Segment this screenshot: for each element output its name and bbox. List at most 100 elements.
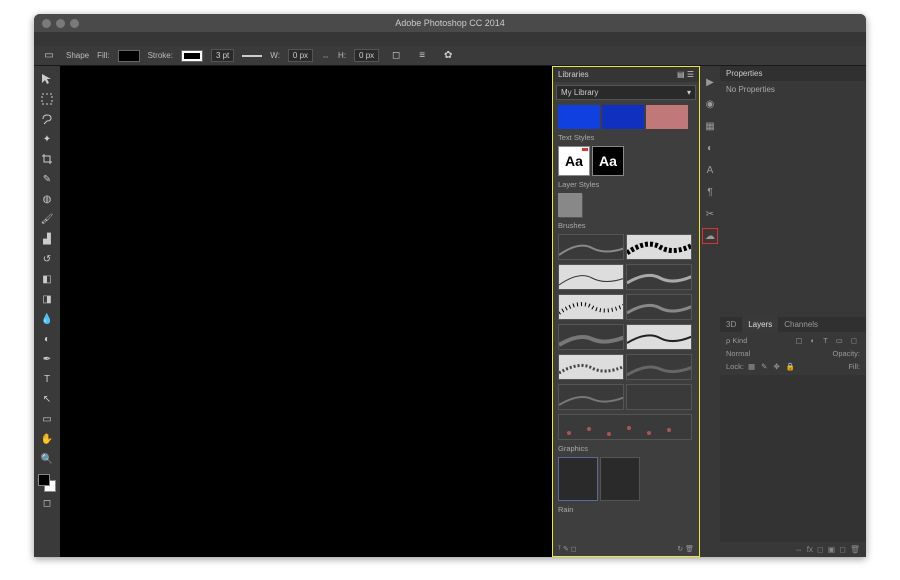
- fill-opacity-label: Fill:: [848, 362, 860, 371]
- crop-tool[interactable]: [38, 150, 56, 168]
- text-style-1[interactable]: Aa: [558, 146, 590, 176]
- fill-label: Fill:: [97, 51, 109, 60]
- gear-icon[interactable]: ✿: [439, 47, 457, 65]
- brush-2[interactable]: [626, 234, 692, 260]
- titlebar: Adobe Photoshop CC 2014: [34, 14, 866, 32]
- new-layer-icon[interactable]: ◻: [839, 545, 846, 554]
- link-layers-icon[interactable]: ⇔: [795, 545, 803, 554]
- path-select-tool[interactable]: ↖: [38, 390, 56, 408]
- align-icon[interactable]: ≡: [413, 47, 431, 65]
- menubar[interactable]: [34, 32, 866, 46]
- dock-column: ▶ ◉ ▦ ◐ A ¶ ✂ ☁: [700, 66, 720, 557]
- heal-tool[interactable]: ◍: [38, 190, 56, 208]
- stroke-style-dropdown[interactable]: [242, 55, 262, 57]
- marquee-tool[interactable]: [38, 90, 56, 108]
- color-panel-icon[interactable]: ◉: [702, 96, 718, 112]
- zoom-tool[interactable]: 🔍: [38, 450, 56, 468]
- styles-panel-icon[interactable]: A: [702, 162, 718, 178]
- app-window: Adobe Photoshop CC 2014 ▭ Shape Fill: St…: [34, 14, 866, 557]
- brush-11[interactable]: [558, 384, 624, 410]
- library-dropdown[interactable]: My Library ▾: [556, 85, 696, 100]
- history-panel-icon[interactable]: ▶: [702, 74, 718, 90]
- brush-13[interactable]: [558, 414, 692, 440]
- type-tool[interactable]: T: [38, 370, 56, 388]
- hand-tool[interactable]: ✋: [38, 430, 56, 448]
- properties-tab[interactable]: Properties: [720, 66, 866, 81]
- blur-tool[interactable]: 💧: [38, 310, 56, 328]
- brush-12[interactable]: [626, 384, 692, 410]
- color-swatch-1[interactable]: [558, 105, 600, 129]
- lasso-tool[interactable]: [38, 110, 56, 128]
- height-input[interactable]: 0 px: [354, 49, 379, 62]
- height-label: H:: [338, 51, 346, 60]
- adjust-panel-icon[interactable]: ◐: [702, 140, 718, 156]
- layer-style-1[interactable]: [558, 193, 582, 217]
- color-swatch-2[interactable]: [602, 105, 644, 129]
- lib-add-text-icon[interactable]: ᵀ ✎ ◻: [558, 545, 577, 553]
- brush-tool[interactable]: 🖌: [38, 210, 56, 228]
- graphics-heading: Graphics: [553, 442, 699, 455]
- graphic-1[interactable]: [558, 457, 598, 501]
- text-styles-heading: Text Styles: [553, 131, 699, 144]
- stroke-swatch[interactable]: [181, 50, 203, 62]
- stroke-size-input[interactable]: 3 pt: [211, 49, 234, 62]
- color-picker[interactable]: [38, 474, 56, 492]
- text-style-2[interactable]: Aa: [592, 146, 624, 176]
- actions-panel-icon[interactable]: ✂: [702, 206, 718, 222]
- blend-mode-dropdown[interactable]: Normal: [726, 349, 750, 358]
- layer-filter-label[interactable]: ρ Kind: [726, 336, 747, 345]
- tab-3d[interactable]: 3D: [720, 317, 742, 332]
- shape-tool[interactable]: ▭: [38, 410, 56, 428]
- brush-8[interactable]: [626, 324, 692, 350]
- delete-layer-icon[interactable]: 🗑: [850, 545, 860, 554]
- stamp-tool[interactable]: ▟: [38, 230, 56, 248]
- brush-6[interactable]: [626, 294, 692, 320]
- brush-4[interactable]: [626, 264, 692, 290]
- paragraph-panel-icon[interactable]: ¶: [702, 184, 718, 200]
- eraser-tool[interactable]: ◧: [38, 270, 56, 288]
- libraries-menu-icon[interactable]: ▤ ☰: [677, 70, 694, 79]
- layers-list-empty: [720, 375, 866, 542]
- lock-label: Lock:: [726, 362, 744, 371]
- new-group-icon[interactable]: ▣: [828, 545, 836, 554]
- graphic-2[interactable]: [600, 457, 640, 501]
- lock-icons[interactable]: ▦ ✎ ✥ 🔒: [748, 362, 797, 371]
- brush-1[interactable]: [558, 234, 624, 260]
- canvas-area[interactable]: [60, 66, 552, 557]
- quick-mask-icon[interactable]: ◻: [38, 494, 56, 512]
- swatches-panel-icon[interactable]: ▦: [702, 118, 718, 134]
- tool-preset-icon[interactable]: ▭: [40, 47, 58, 65]
- brush-5[interactable]: [558, 294, 624, 320]
- stroke-label: Stroke:: [148, 51, 173, 60]
- layer-filter-icons[interactable]: ▢ ◐ T ▭ ◻: [795, 336, 860, 345]
- libraries-title: Libraries: [558, 70, 589, 79]
- fx-icon[interactable]: fx: [807, 545, 813, 554]
- color-swatch-3[interactable]: [646, 105, 688, 129]
- brush-9[interactable]: [558, 354, 624, 380]
- graphic-name-label: Rain: [553, 503, 699, 516]
- layer-styles-heading: Layer Styles: [553, 178, 699, 191]
- wand-tool[interactable]: ✦: [38, 130, 56, 148]
- mask-icon[interactable]: ◻: [817, 545, 824, 554]
- brush-7[interactable]: [558, 324, 624, 350]
- gradient-tool[interactable]: ◨: [38, 290, 56, 308]
- path-ops-icon[interactable]: ◻: [387, 47, 405, 65]
- move-tool[interactable]: [38, 70, 56, 88]
- history-brush-tool[interactable]: ↺: [38, 250, 56, 268]
- brush-10[interactable]: [626, 354, 692, 380]
- pen-tool[interactable]: ✒: [38, 350, 56, 368]
- shape-mode-label[interactable]: Shape: [66, 51, 89, 60]
- cc-libraries-icon[interactable]: ☁: [702, 228, 718, 244]
- properties-empty-label: No Properties: [720, 81, 866, 311]
- opacity-label: Opacity:: [832, 349, 860, 358]
- lib-refresh-icon[interactable]: ↻ 🗑: [677, 545, 694, 553]
- fill-swatch[interactable]: [118, 50, 140, 62]
- right-panels: Properties No Properties 3D Layers Chann…: [720, 66, 866, 557]
- width-input[interactable]: 0 px: [288, 49, 313, 62]
- dodge-tool[interactable]: ◐: [38, 330, 56, 348]
- tab-channels[interactable]: Channels: [778, 317, 824, 332]
- link-wh-icon[interactable]: ⇔: [321, 51, 330, 61]
- eyedropper-tool[interactable]: ✎: [38, 170, 56, 188]
- brush-3[interactable]: [558, 264, 624, 290]
- tab-layers[interactable]: Layers: [742, 317, 778, 332]
